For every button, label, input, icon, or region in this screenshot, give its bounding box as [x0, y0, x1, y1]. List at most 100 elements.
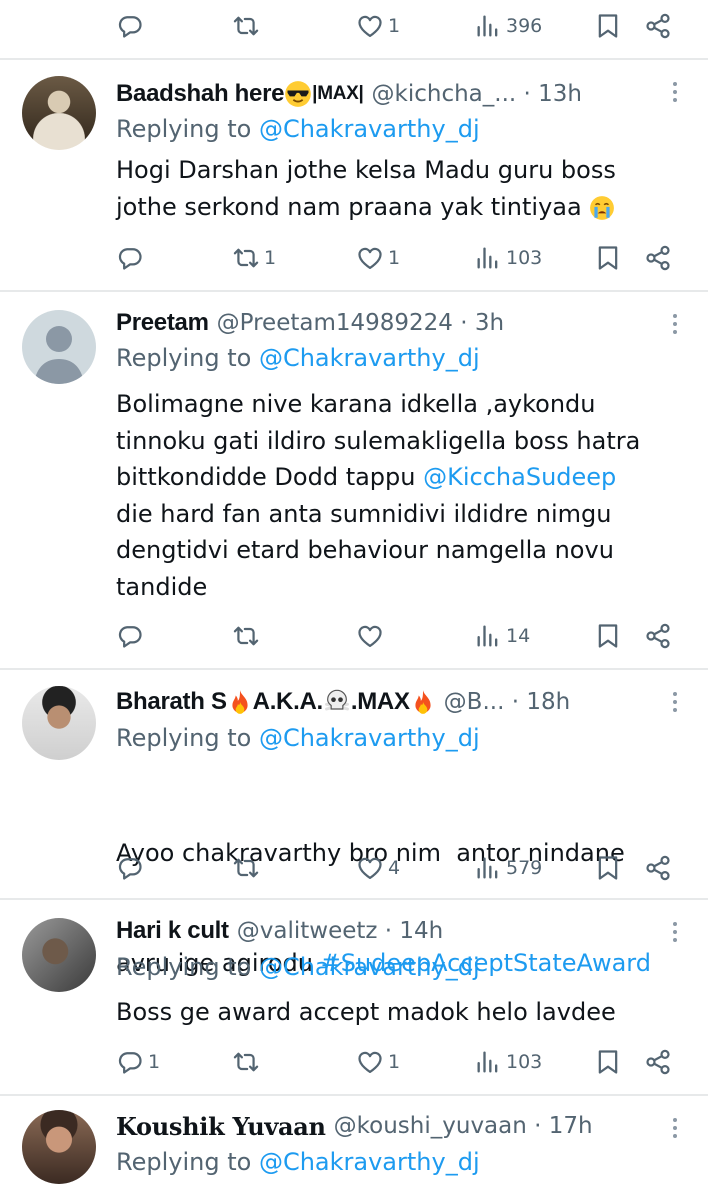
- reply-button[interactable]: [116, 616, 148, 656]
- view-count: 103: [506, 1051, 543, 1073]
- tweet-actions: 1 1 103: [0, 238, 708, 278]
- reply-icon: [116, 622, 144, 650]
- mention-link[interactable]: @Chakravarthy_dj: [259, 953, 480, 981]
- handle-and-time[interactable]: @koushi_yuvaan · 17h: [334, 1113, 593, 1139]
- tweet[interactable]: Baadshah here |MAX| @kichcha_... · 13h R…: [0, 60, 708, 290]
- like-icon: [356, 854, 384, 882]
- bookmark-button[interactable]: [594, 1042, 622, 1082]
- mention-link[interactable]: @Chakravarthy_dj: [259, 1148, 480, 1176]
- like-count: 4: [388, 857, 401, 879]
- avatar[interactable]: [22, 310, 96, 384]
- bookmark-button[interactable]: [594, 848, 622, 888]
- share-icon: [644, 1048, 672, 1076]
- more-icon[interactable]: [670, 82, 680, 102]
- retweet-button[interactable]: [232, 616, 264, 656]
- reply-icon: [116, 1048, 144, 1076]
- bookmark-icon: [594, 854, 622, 882]
- views-button[interactable]: 579: [474, 848, 542, 888]
- share-button[interactable]: [644, 848, 672, 888]
- views-button[interactable]: 14: [474, 616, 530, 656]
- retweet-icon: [232, 854, 260, 882]
- views-icon: [474, 1048, 502, 1076]
- tweet-actions: 4 579: [0, 848, 708, 888]
- avatar[interactable]: [22, 918, 96, 992]
- bookmark-button[interactable]: [594, 6, 622, 46]
- tweet[interactable]: Koushik Yuvaan @koushi_yuvaan · 17h Repl…: [0, 1096, 708, 1200]
- like-button[interactable]: 1: [356, 6, 400, 46]
- handle-and-time[interactable]: @B... · 18h: [444, 689, 571, 715]
- share-icon: [644, 244, 672, 272]
- handle-and-time[interactable]: @valitweetz · 14h: [237, 918, 443, 944]
- reply-button[interactable]: [116, 238, 148, 278]
- display-name[interactable]: Preetam: [116, 309, 209, 337]
- reply-button[interactable]: [116, 6, 148, 46]
- more-icon[interactable]: [670, 692, 680, 712]
- bookmark-button[interactable]: [594, 616, 622, 656]
- share-button[interactable]: [644, 1042, 672, 1082]
- handle-and-time[interactable]: @kichcha_... · 13h: [372, 81, 582, 107]
- like-button[interactable]: 1: [356, 1042, 400, 1082]
- views-button[interactable]: 103: [474, 1042, 542, 1082]
- avatar[interactable]: [22, 686, 96, 760]
- share-button[interactable]: [644, 616, 672, 656]
- reply-button[interactable]: 1: [116, 1042, 160, 1082]
- avatar[interactable]: [22, 1110, 96, 1184]
- tweet[interactable]: Bharath S A.K.A. .MAX @B... · 18h Replyi…: [0, 670, 708, 977]
- views-icon: [474, 854, 502, 882]
- like-icon: [356, 12, 384, 40]
- like-icon: [356, 622, 384, 650]
- reply-button[interactable]: [116, 848, 148, 888]
- replying-to: Replying to @Chakravarthy_dj: [116, 1148, 480, 1176]
- tweet-text: Bolimagne nive karana idkella ,aykondu t…: [116, 390, 641, 601]
- fire-emoji: [410, 689, 436, 715]
- avatar[interactable]: [22, 76, 96, 150]
- like-button[interactable]: [356, 616, 388, 656]
- like-button[interactable]: 1: [356, 238, 400, 278]
- handle-and-time[interactable]: @Preetam14989224 · 3h: [217, 310, 504, 336]
- display-name[interactable]: Hari k cult: [116, 917, 229, 945]
- bookmark-icon: [594, 12, 622, 40]
- like-button[interactable]: 4: [356, 848, 400, 888]
- retweet-icon: [232, 622, 260, 650]
- share-button[interactable]: [644, 238, 672, 278]
- bookmark-icon: [594, 244, 622, 272]
- reply-count: 1: [148, 1051, 161, 1073]
- display-name[interactable]: Koushik Yuvaan: [116, 1112, 326, 1141]
- tweet-actions: 1 1 103: [0, 1042, 708, 1082]
- like-icon: [356, 244, 384, 272]
- retweet-button[interactable]: [232, 6, 264, 46]
- more-icon[interactable]: [670, 1118, 680, 1138]
- more-icon[interactable]: [670, 314, 680, 334]
- mention-link[interactable]: @KicchaSudeep: [423, 463, 616, 491]
- display-name[interactable]: Baadshah here: [116, 80, 284, 108]
- views-button[interactable]: 396: [474, 6, 542, 46]
- mention-link[interactable]: @Chakravarthy_dj: [259, 115, 480, 143]
- like-count: 1: [388, 15, 401, 37]
- display-name[interactable]: Bharath S: [116, 688, 227, 716]
- views-icon: [474, 244, 502, 272]
- mention-link[interactable]: @Chakravarthy_dj: [259, 344, 480, 372]
- retweet-button[interactable]: [232, 848, 264, 888]
- default-avatar-icon: [34, 326, 84, 384]
- views-button[interactable]: 103: [474, 238, 542, 278]
- mention-link[interactable]: @Chakravarthy_dj: [259, 724, 480, 752]
- tweet[interactable]: Hari k cult @valitweetz · 14h Replying t…: [0, 900, 708, 1094]
- retweet-button[interactable]: 1: [232, 238, 276, 278]
- like-count: 1: [388, 247, 401, 269]
- skull-crossbones-emoji: [323, 688, 351, 716]
- tweet-actions: 1 396: [0, 6, 708, 46]
- share-button[interactable]: [644, 6, 672, 46]
- view-count: 396: [506, 15, 543, 37]
- tweet-text: Boss ge award accept madok helo lavdee: [116, 998, 616, 1026]
- tweet-header: Baadshah here |MAX| @kichcha_... · 13h: [116, 76, 658, 112]
- sunglasses-emoji: [284, 80, 312, 108]
- retweet-button[interactable]: [232, 1042, 264, 1082]
- reply-icon: [116, 244, 144, 272]
- tweet-header: Hari k cult @valitweetz · 14h: [116, 913, 658, 949]
- views-icon: [474, 12, 502, 40]
- share-icon: [644, 854, 672, 882]
- bookmark-button[interactable]: [594, 238, 622, 278]
- more-icon[interactable]: [670, 922, 680, 942]
- view-count: 14: [506, 625, 531, 647]
- tweet[interactable]: Preetam @Preetam14989224 · 3h Replying t…: [0, 292, 708, 668]
